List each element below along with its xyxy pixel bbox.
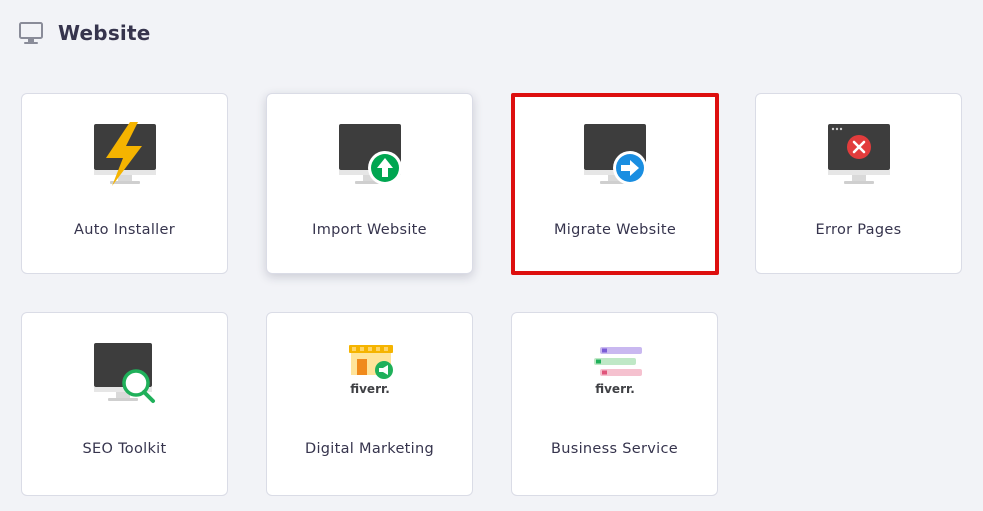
card-label: Digital Marketing — [304, 441, 434, 457]
monitor-error-icon — [827, 124, 890, 184]
card-label: Auto Installer — [73, 222, 175, 238]
monitor-lightning-icon — [93, 122, 156, 186]
card-label: Error Pages — [815, 222, 902, 238]
migrate-website-card[interactable]: Migrate Website — [511, 93, 719, 275]
section-header: Website — [18, 20, 151, 46]
business-service-card[interactable]: fiverr. Business Service — [511, 312, 718, 496]
section-title: Website — [58, 21, 151, 45]
card-label: Import Website — [312, 222, 427, 238]
seo-toolkit-card[interactable]: SEO Toolkit — [21, 312, 228, 496]
fiverr-storefront-icon: fiverr. — [348, 345, 393, 396]
digital-marketing-card[interactable]: fiverr. Digital Marketing — [266, 312, 473, 496]
card-label: SEO Toolkit — [82, 441, 167, 457]
card-label: Migrate Website — [553, 222, 677, 238]
monitor-icon — [19, 22, 43, 44]
auto-installer-card[interactable]: Auto Installer — [21, 93, 228, 274]
monitor-search-icon — [93, 343, 155, 403]
monitor-arrow-right-icon — [584, 124, 647, 185]
import-website-card[interactable]: Import Website — [266, 93, 473, 274]
fiverr-list-icon: fiverr. — [593, 347, 642, 396]
monitor-upload-icon — [338, 124, 402, 185]
fiverr-logo-text: fiverr. — [350, 382, 390, 396]
fiverr-logo-text: fiverr. — [595, 382, 635, 396]
card-label: Business Service — [551, 441, 678, 457]
error-pages-card[interactable]: Error Pages — [755, 93, 962, 274]
